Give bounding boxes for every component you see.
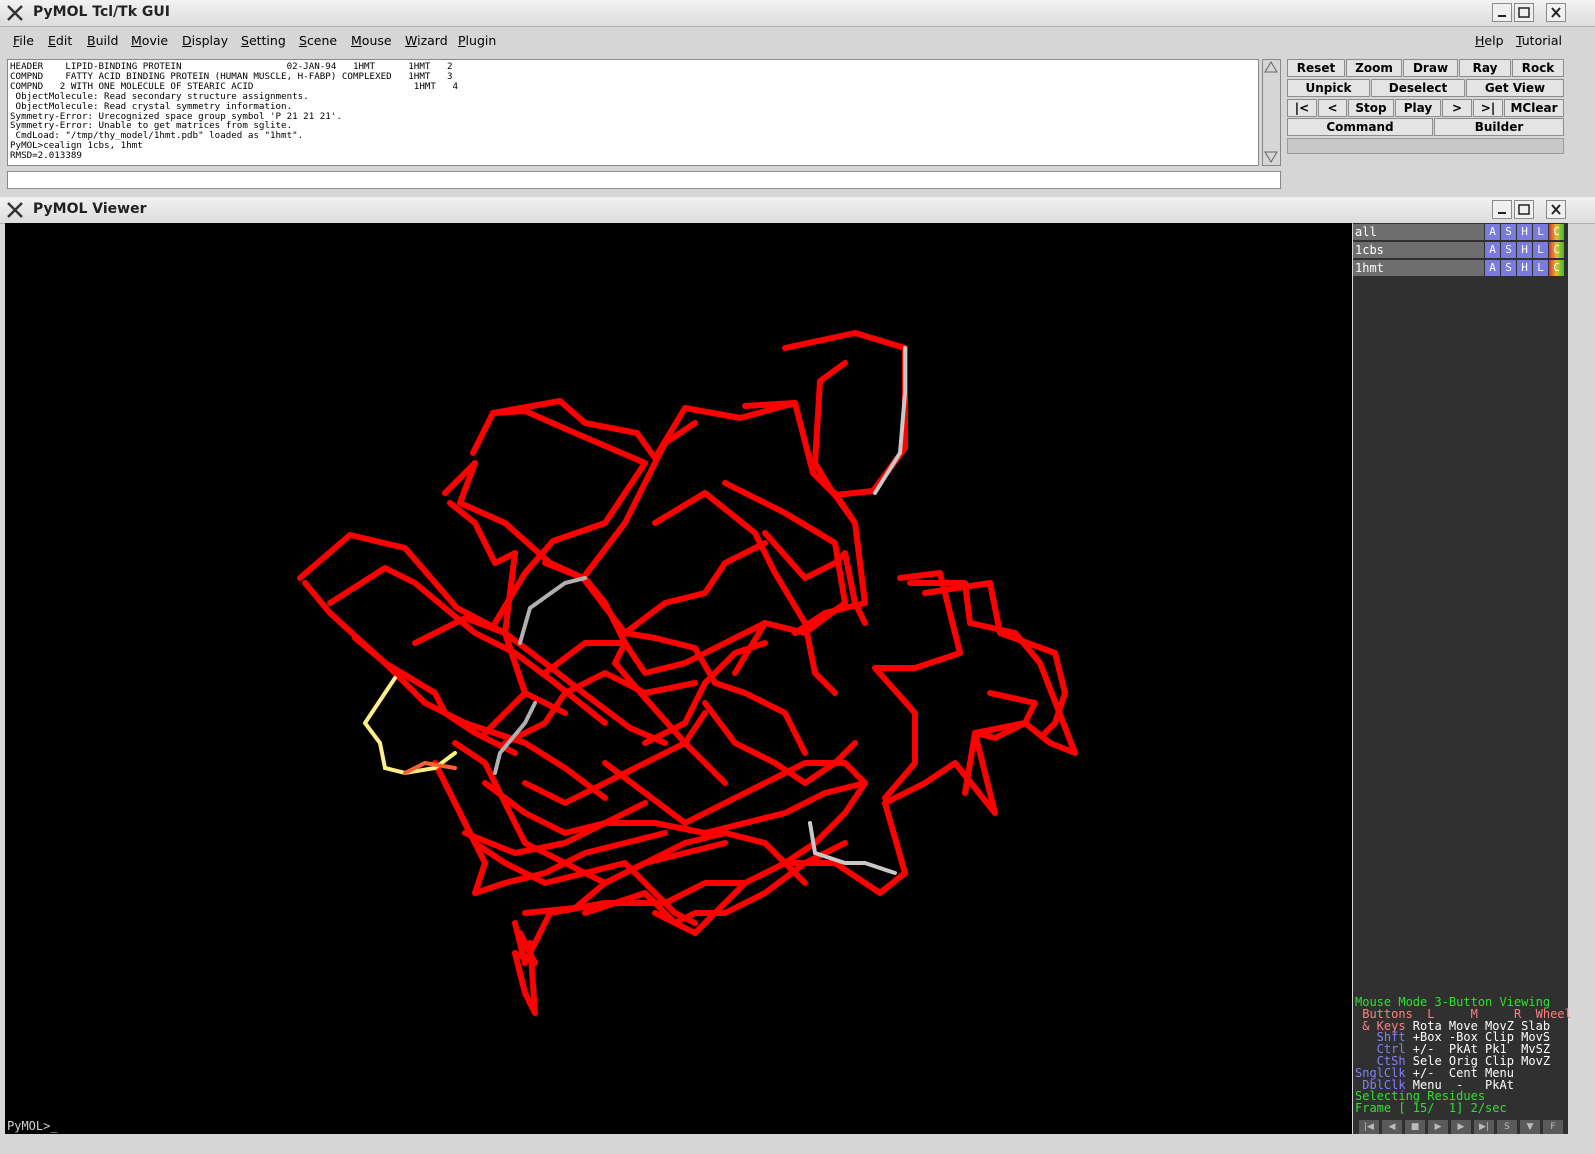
reset-button[interactable]: Reset xyxy=(1287,59,1345,77)
menu-file[interactable]: File xyxy=(13,33,34,48)
viewer-prompt[interactable]: PyMOL>_ xyxy=(7,1119,58,1133)
object-row-all[interactable]: all A S H L C xyxy=(1353,224,1568,240)
prev-frame-button[interactable]: ◀ xyxy=(1382,1120,1403,1134)
gui-title-bar: PyMOL Tcl/Tk GUI xyxy=(0,0,1595,27)
minimize-button[interactable] xyxy=(1492,3,1512,22)
close-button[interactable] xyxy=(1546,3,1566,22)
object-name[interactable]: 1cbs xyxy=(1353,242,1484,258)
rock-button[interactable]: Rock xyxy=(1512,59,1564,77)
maximize-button[interactable] xyxy=(1514,3,1534,22)
scroll-arrows-icon xyxy=(1264,61,1278,163)
rewind-button[interactable]: |< xyxy=(1287,99,1317,117)
fullscreen-button[interactable]: F xyxy=(1543,1120,1564,1134)
label-button[interactable]: L xyxy=(1533,242,1548,258)
x-logo-icon xyxy=(7,202,23,218)
next-frame-button[interactable]: ▶ xyxy=(1451,1120,1472,1134)
command-button[interactable]: Command xyxy=(1287,118,1433,136)
color-button[interactable]: C xyxy=(1549,242,1564,258)
hide-button[interactable]: H xyxy=(1517,242,1532,258)
output-log: HEADER LIPID-BINDING PROTEIN 02-JAN-94 1… xyxy=(7,59,1259,166)
close-icon xyxy=(1551,204,1561,215)
menu-plugin[interactable]: Plugin xyxy=(458,33,496,48)
protein-backbone-render xyxy=(297,330,1078,1016)
status-bar xyxy=(1287,138,1564,154)
object-row-1hmt[interactable]: 1hmt A S H L C xyxy=(1353,260,1568,276)
close-button[interactable] xyxy=(1546,200,1566,219)
menubar: File Edit Build Movie Display Setting Sc… xyxy=(0,28,1595,54)
action-button[interactable]: A xyxy=(1485,242,1500,258)
play-movie-button[interactable]: ▶ xyxy=(1428,1120,1449,1134)
command-input[interactable] xyxy=(7,171,1281,189)
zoom-button[interactable]: Zoom xyxy=(1346,59,1402,77)
maximize-button[interactable] xyxy=(1514,200,1534,219)
menu-build[interactable]: Build xyxy=(87,33,118,48)
last-frame-button[interactable]: ▶| xyxy=(1474,1120,1495,1134)
back-button[interactable]: < xyxy=(1318,99,1347,117)
molecule-viewport[interactable]: PyMOL>_ xyxy=(5,223,1352,1134)
viewer-window-title: PyMOL Viewer xyxy=(33,201,147,217)
maximize-icon xyxy=(1518,7,1530,18)
log-line: CmdLoad: "/tmp/thy_model/1hmt.pdb" loade… xyxy=(10,130,304,142)
object-name[interactable]: all xyxy=(1353,224,1484,240)
mouse-mode-help: Mouse Mode 3-Button Viewing Buttons L M … xyxy=(1355,996,1572,1116)
forward-button[interactable]: > xyxy=(1442,99,1472,117)
frame-status: Frame [ 15/ 1] 2/sec xyxy=(1355,1101,1507,1116)
minimize-icon xyxy=(1498,212,1506,214)
first-frame-button[interactable]: |◀ xyxy=(1359,1120,1380,1134)
deselect-button[interactable]: Deselect xyxy=(1371,79,1465,97)
viewer-title-bar: PyMOL Viewer xyxy=(0,197,1595,224)
label-button[interactable]: L xyxy=(1533,260,1548,276)
menu-edit[interactable]: Edit xyxy=(48,33,72,48)
menu-mouse[interactable]: Mouse xyxy=(351,33,392,48)
gui-window-title: PyMOL Tcl/Tk GUI xyxy=(33,4,170,20)
action-button[interactable]: A xyxy=(1485,260,1500,276)
color-button[interactable]: C xyxy=(1549,224,1564,240)
object-name[interactable]: 1hmt xyxy=(1353,260,1484,276)
minimize-icon xyxy=(1498,15,1506,17)
show-button[interactable]: S xyxy=(1501,242,1516,258)
x-logo-icon xyxy=(7,5,23,21)
menu-tutorial[interactable]: Tutorial xyxy=(1516,33,1562,48)
menu-wizard[interactable]: Wizard xyxy=(405,33,448,48)
hide-button[interactable]: H xyxy=(1517,260,1532,276)
end-button[interactable]: >| xyxy=(1473,99,1503,117)
menu-help[interactable]: Help xyxy=(1475,33,1504,48)
object-row-1cbs[interactable]: 1cbs A S H L C xyxy=(1353,242,1568,258)
close-icon xyxy=(1551,7,1561,18)
unpick-button[interactable]: Unpick xyxy=(1287,79,1370,97)
log-line: RMSD=2.013389 xyxy=(10,150,82,162)
mclear-button[interactable]: MClear xyxy=(1504,99,1564,117)
action-button[interactable]: A xyxy=(1485,224,1500,240)
get-view-button[interactable]: Get View xyxy=(1466,79,1564,97)
stop-movie-button[interactable]: ■ xyxy=(1405,1120,1426,1134)
menu-movie[interactable]: Movie xyxy=(131,33,168,48)
draw-button[interactable]: Draw xyxy=(1403,59,1458,77)
menu-display[interactable]: Display xyxy=(182,33,228,48)
minimize-button[interactable] xyxy=(1492,200,1512,219)
builder-button[interactable]: Builder xyxy=(1434,118,1564,136)
play-button[interactable]: Play xyxy=(1395,99,1441,117)
log-line: PyMOL>cealign 1cbs, 1hmt xyxy=(10,140,143,152)
menu-setting[interactable]: Setting xyxy=(241,33,286,48)
menu-scene[interactable]: Scene xyxy=(299,33,337,48)
label-button[interactable]: L xyxy=(1533,224,1548,240)
stop-button[interactable]: Stop xyxy=(1348,99,1394,117)
hide-button[interactable]: H xyxy=(1517,224,1532,240)
log-scrollbar[interactable] xyxy=(1262,59,1281,166)
maximize-icon xyxy=(1518,204,1530,215)
show-button[interactable]: S xyxy=(1501,224,1516,240)
ray-button[interactable]: Ray xyxy=(1459,59,1511,77)
color-button[interactable]: C xyxy=(1549,260,1564,276)
show-button[interactable]: S xyxy=(1501,260,1516,276)
menu-dropdown-button[interactable]: ▼ xyxy=(1520,1120,1541,1134)
scene-button[interactable]: S xyxy=(1497,1120,1518,1134)
